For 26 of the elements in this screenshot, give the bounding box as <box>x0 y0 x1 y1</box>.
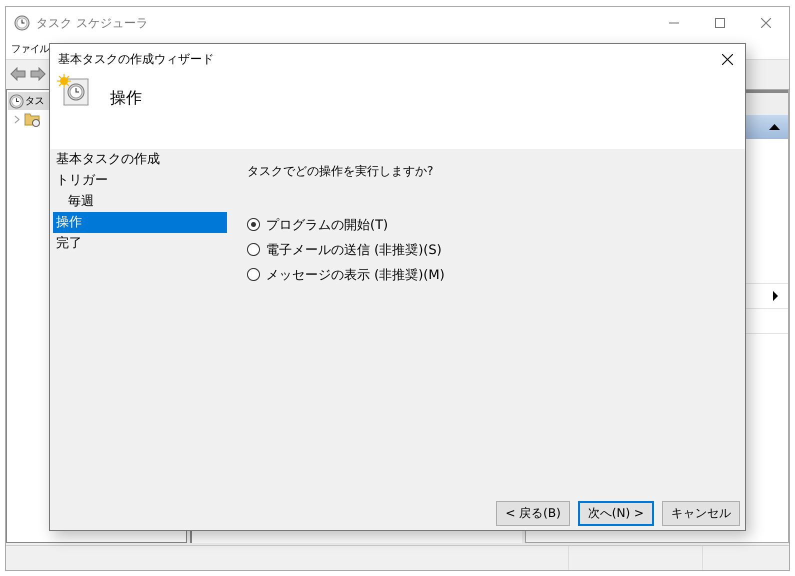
forward-icon[interactable] <box>30 66 46 80</box>
dialog-button[interactable]: 次へ(N) > <box>578 501 654 526</box>
page-heading: 操作 <box>110 88 142 109</box>
wizard-step: 基本タスクの作成 <box>53 149 227 170</box>
minimize-icon[interactable] <box>669 22 679 24</box>
dialog-button[interactable]: キャンセル <box>662 501 740 526</box>
dialog-button[interactable]: < 戻る(B) <box>496 501 570 526</box>
menu-item[interactable]: ファイル <box>11 42 49 56</box>
window-title: タスク スケジューラ <box>36 14 148 32</box>
maximize-icon[interactable] <box>715 18 725 28</box>
submenu-arrow-icon[interactable] <box>773 291 778 301</box>
dialog-title: 基本タスクの作成ウィザード <box>58 50 214 68</box>
radio-option[interactable]: メッセージの表示 (非推奨)(M) <box>247 262 745 287</box>
folder-icon <box>24 112 41 126</box>
wizard-step: 完了 <box>53 233 227 254</box>
back-icon[interactable] <box>10 66 26 80</box>
wizard-step: 操作 <box>53 212 227 233</box>
radio-option[interactable]: プログラムの開始(T) <box>247 212 745 237</box>
clock-icon <box>14 15 30 31</box>
wizard-step: トリガー <box>53 170 227 191</box>
collapse-icon[interactable] <box>769 124 780 130</box>
radio-option[interactable]: 電子メールの送信 (非推奨)(S) <box>247 237 745 262</box>
close-icon[interactable] <box>722 54 732 64</box>
question-text: タスクでどの操作を実行しますか? <box>247 163 434 180</box>
chevron-icon[interactable] <box>14 114 20 124</box>
wizard-step: 毎週 <box>53 191 227 212</box>
